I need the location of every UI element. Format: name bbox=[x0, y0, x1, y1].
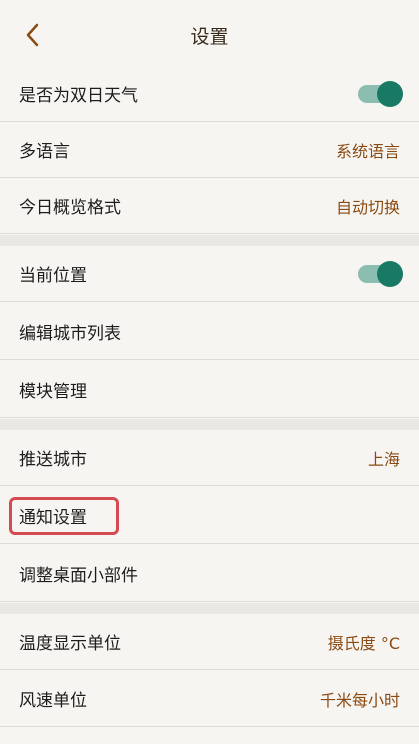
push-city-row[interactable]: 推送城市 上海 bbox=[0, 430, 419, 486]
wind-speed-unit-label: 风速单位 bbox=[19, 691, 87, 711]
today-format-row[interactable]: 今日概览格式 自动切换 bbox=[0, 178, 419, 234]
wind-speed-unit-row[interactable]: 风速单位 千米每小时 bbox=[0, 671, 419, 727]
edit-city-list-row[interactable]: 编辑城市列表 bbox=[0, 304, 419, 360]
module-management-label: 模块管理 bbox=[19, 382, 87, 402]
wind-speed-unit-value: 千米每小时 bbox=[319, 690, 400, 710]
current-location-toggle[interactable] bbox=[358, 260, 403, 287]
double-day-weather-toggle[interactable] bbox=[358, 80, 403, 107]
push-city-value: 上海 bbox=[367, 449, 400, 469]
today-format-value: 自动切换 bbox=[335, 197, 400, 217]
section-divider bbox=[0, 419, 419, 430]
edit-city-list-label: 编辑城市列表 bbox=[19, 324, 121, 344]
language-label: 多语言 bbox=[19, 142, 70, 162]
section-divider bbox=[0, 235, 419, 246]
current-location-row[interactable]: 当前位置 bbox=[0, 246, 419, 302]
page-title: 设置 bbox=[190, 26, 229, 48]
highlight-box bbox=[9, 497, 119, 535]
double-day-weather-label: 是否为双日天气 bbox=[19, 86, 138, 106]
toggle-knob bbox=[377, 80, 403, 107]
temperature-unit-label: 温度显示单位 bbox=[19, 634, 121, 654]
language-row[interactable]: 多语言 系统语言 bbox=[0, 122, 419, 178]
temperature-unit-value: 摄氏度 °C bbox=[327, 633, 400, 653]
language-value: 系统语言 bbox=[335, 141, 400, 161]
today-format-label: 今日概览格式 bbox=[19, 198, 121, 218]
adjust-widget-row[interactable]: 调整桌面小部件 bbox=[0, 546, 419, 602]
current-location-label: 当前位置 bbox=[19, 266, 87, 286]
push-city-label: 推送城市 bbox=[19, 450, 87, 470]
temperature-unit-row[interactable]: 温度显示单位 摄氏度 °C bbox=[0, 614, 419, 670]
header: 设置 bbox=[0, 0, 419, 66]
adjust-widget-label: 调整桌面小部件 bbox=[19, 566, 138, 586]
module-management-row[interactable]: 模块管理 bbox=[0, 362, 419, 418]
toggle-knob bbox=[377, 260, 403, 287]
double-day-weather-row[interactable]: 是否为双日天气 bbox=[0, 66, 419, 122]
section-divider bbox=[0, 603, 419, 614]
